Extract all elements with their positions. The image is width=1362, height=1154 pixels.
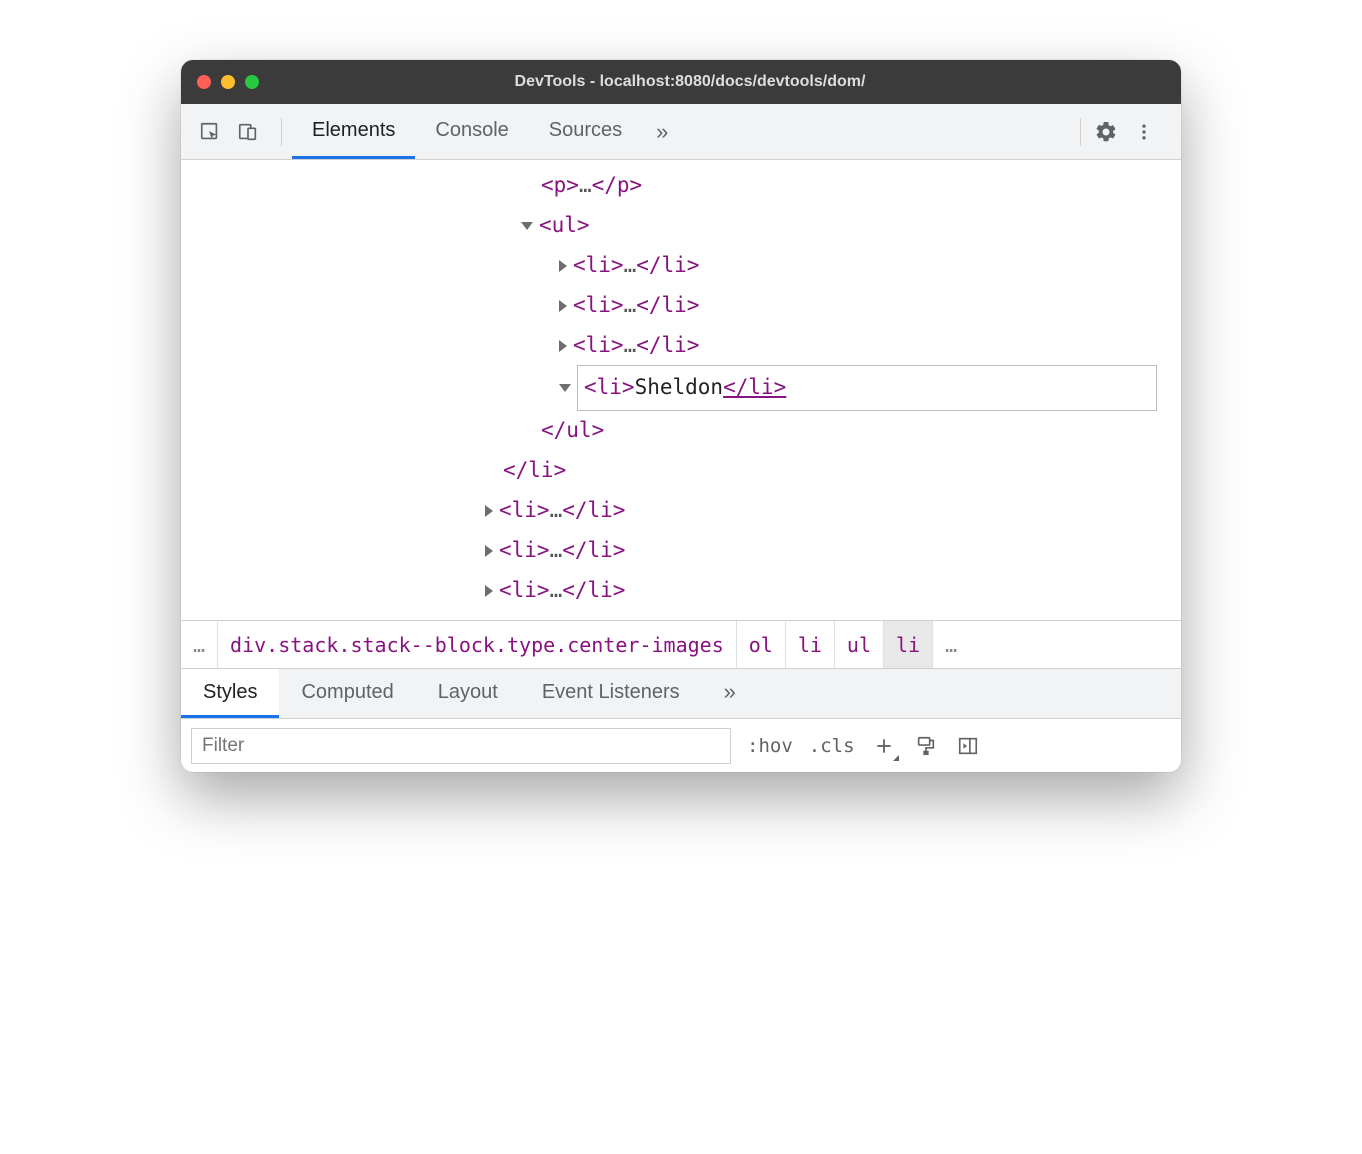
breadcrumb-div[interactable]: div.stack.stack--block.type.center-image… [218,621,737,668]
main-toolbar: Elements Console Sources » [181,104,1181,160]
dom-edit-field[interactable]: <li>Sheldon</li> [577,365,1157,411]
expand-arrow-icon[interactable] [559,260,567,272]
dom-node-ul-close[interactable]: </ul> [541,411,604,451]
breadcrumb-li[interactable]: li [786,621,835,668]
expand-arrow-icon[interactable] [559,384,571,392]
new-style-rule-icon[interactable] [871,733,897,759]
dom-node-li[interactable]: <li> [499,491,550,531]
expand-arrow-icon[interactable] [559,340,567,352]
devtools-window: DevTools - localhost:8080/docs/devtools/… [181,60,1181,772]
dom-breadcrumb: … div.stack.stack--block.type.center-ima… [181,620,1181,668]
expand-arrow-icon[interactable] [485,545,493,557]
separator [1080,118,1081,146]
styles-panel-tabs: Styles Computed Layout Event Listeners » [181,668,1181,718]
paint-icon[interactable] [913,733,939,759]
breadcrumb-ul[interactable]: ul [835,621,884,668]
dom-node-li[interactable]: <li> [573,326,624,366]
window-controls [197,75,259,89]
window-title: DevTools - localhost:8080/docs/devtools/… [279,73,1165,91]
tab-event-listeners[interactable]: Event Listeners [520,669,702,718]
tab-layout[interactable]: Layout [416,669,520,718]
dom-node-li[interactable]: <li> [499,571,550,611]
expand-arrow-icon[interactable] [559,300,567,312]
panel-tabs: Elements Console Sources » [292,104,682,159]
kebab-menu-icon[interactable] [1129,117,1159,147]
tab-sources[interactable]: Sources [529,104,642,159]
separator [281,118,282,146]
inspect-element-icon[interactable] [195,117,225,147]
expand-arrow-icon[interactable] [521,222,533,230]
minimize-window-button[interactable] [221,75,235,89]
dom-node-li[interactable]: <li> [573,286,624,326]
breadcrumb-overflow-left[interactable]: … [181,621,218,668]
expand-arrow-icon[interactable] [485,505,493,517]
dom-tree[interactable]: <p>…</p> <ul> <li>…</li> <li>…</li> <li>… [181,160,1181,620]
breadcrumb-overflow-right[interactable]: … [933,621,969,668]
dom-node-li[interactable]: <li> [499,531,550,571]
tab-styles[interactable]: Styles [181,669,279,718]
maximize-window-button[interactable] [245,75,259,89]
device-toolbar-icon[interactable] [233,117,263,147]
tab-elements[interactable]: Elements [292,104,415,159]
hover-state-button[interactable]: :hov [747,735,793,757]
settings-gear-icon[interactable] [1091,117,1121,147]
breadcrumb-li-selected[interactable]: li [884,621,933,668]
toggle-sidebar-icon[interactable] [955,733,981,759]
expand-arrow-icon[interactable] [485,585,493,597]
tab-computed[interactable]: Computed [279,669,415,718]
styles-filter-input[interactable] [191,728,731,764]
classes-button[interactable]: .cls [809,735,855,757]
styles-toolbar: :hov .cls [181,718,1181,772]
close-window-button[interactable] [197,75,211,89]
dom-node-ul[interactable]: <ul> [539,206,590,246]
tab-console[interactable]: Console [415,104,528,159]
more-tabs-chevron-icon[interactable]: » [642,104,682,159]
dom-node-p[interactable]: <p> [541,166,579,206]
dom-node-li[interactable]: <li> [573,246,624,286]
breadcrumb-ol[interactable]: ol [737,621,786,668]
more-tabs-chevron-icon[interactable]: » [702,669,758,718]
dom-node-li-close[interactable]: </li> [503,451,566,491]
titlebar: DevTools - localhost:8080/docs/devtools/… [181,60,1181,104]
